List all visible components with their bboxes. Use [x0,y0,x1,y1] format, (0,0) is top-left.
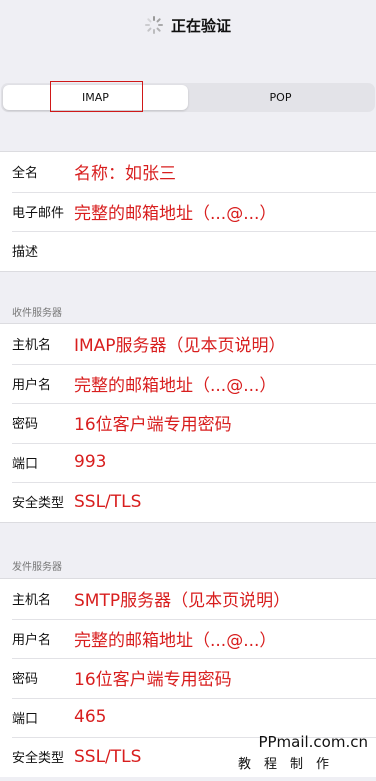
email-label: 电子邮件 [12,205,65,221]
loading-spinner-icon [144,16,163,34]
incoming-host-row[interactable]: 主机名 IMAP服务器（见本页说明） [0,324,376,364]
outgoing-password-label: 密码 [12,672,39,688]
outgoing-user-row[interactable]: 用户名 完整的邮箱地址（...@...） [0,618,376,659]
outgoing-port-row[interactable]: 端口 465 [0,697,376,738]
incoming-user-row[interactable]: 用户名 完整的邮箱地址（...@...） [0,363,376,404]
incoming-password-label: 密码 [12,417,39,433]
description-label: 描述 [12,245,39,261]
outgoing-security-label: 安全类型 [12,751,65,767]
incoming-port-value[interactable]: 993 [74,452,106,472]
outgoing-host-value[interactable]: SMTP服务器（见本页说明） [74,586,290,611]
nav-bar: 正在验证 [0,0,376,50]
fullname-value[interactable]: 名称：如张三 [74,159,176,184]
incoming-user-value[interactable]: 完整的邮箱地址（...@...） [74,371,276,396]
outgoing-server-header: 发件服务器 [12,562,62,573]
description-row[interactable]: 描述 [0,231,376,271]
incoming-server-header: 收件服务器 [12,308,62,319]
imap-highlight-box [50,81,143,112]
page-title: 正在验证 [170,16,231,35]
incoming-security-row[interactable]: 安全类型 SSL/TLS [0,482,376,522]
incoming-user-label: 用户名 [12,377,52,393]
tab-pop[interactable]: POP [188,85,373,110]
incoming-port-row[interactable]: 端口 993 [0,442,376,483]
email-row[interactable]: 电子邮件 完整的邮箱地址（...@...） [0,191,376,232]
watermark-subtitle: 教程制作 [238,757,343,772]
outgoing-host-row[interactable]: 主机名 SMTP服务器（见本页说明） [0,579,376,619]
watermark: PPmail.com.cn 教程制作 [238,733,368,772]
incoming-host-value[interactable]: IMAP服务器（见本页说明） [74,331,286,356]
incoming-password-row[interactable]: 密码 16位客户端专用密码 [0,403,376,443]
incoming-port-label: 端口 [12,456,39,472]
incoming-host-label: 主机名 [12,338,52,354]
outgoing-port-value[interactable]: 465 [74,707,106,727]
outgoing-user-value[interactable]: 完整的邮箱地址（...@...） [74,626,276,651]
outgoing-port-label: 端口 [12,711,39,727]
outgoing-password-value[interactable]: 16位客户端专用密码 [74,665,232,690]
watermark-site: PPmail.com.cn [258,733,368,751]
account-group: 全名 名称：如张三 电子邮件 完整的邮箱地址（...@...） 描述 [0,151,376,272]
email-value[interactable]: 完整的邮箱地址（...@...） [74,199,276,224]
incoming-security-value[interactable]: SSL/TLS [74,492,141,512]
fullname-row[interactable]: 全名 名称：如张三 [0,152,376,192]
outgoing-user-label: 用户名 [12,632,52,648]
fullname-label: 全名 [12,166,39,182]
incoming-password-value[interactable]: 16位客户端专用密码 [74,410,232,435]
outgoing-host-label: 主机名 [12,593,52,609]
incoming-security-label: 安全类型 [12,496,65,512]
outgoing-password-row[interactable]: 密码 16位客户端专用密码 [0,658,376,698]
outgoing-security-value[interactable]: SSL/TLS [74,747,141,767]
incoming-server-group: 主机名 IMAP服务器（见本页说明） 用户名 完整的邮箱地址（...@...） … [0,323,376,523]
